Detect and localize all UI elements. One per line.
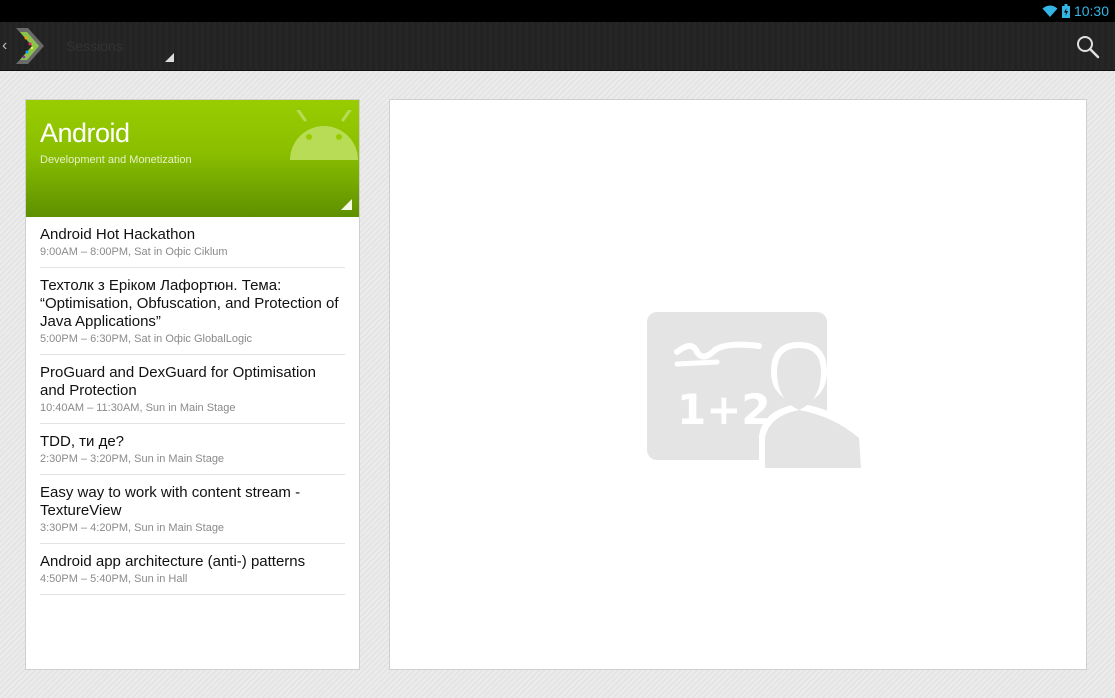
session-item[interactable]: Android app architecture (anti-) pattern… bbox=[40, 544, 345, 595]
session-meta: 5:00PM – 6:30PM, Sat in Офіс GlobalLogic bbox=[40, 333, 253, 345]
sessions-panel: Android Development and Monetization And… bbox=[25, 99, 360, 670]
track-subtitle: Development and Monetization bbox=[40, 154, 192, 166]
search-button[interactable] bbox=[1075, 34, 1101, 60]
status-bar: 10:30 bbox=[0, 0, 1115, 22]
up-caret-icon: ‹ bbox=[2, 37, 8, 54]
session-list: Android Hot Hackathon 9:00AM – 8:00PM, S… bbox=[26, 217, 359, 595]
session-title: TDD, ти де? bbox=[40, 433, 125, 450]
search-icon bbox=[1077, 36, 1100, 59]
session-title: Android app architecture (anti-) pattern… bbox=[40, 553, 306, 570]
wifi-icon bbox=[1042, 5, 1058, 18]
session-meta: 3:30PM – 4:20PM, Sun in Main Stage bbox=[40, 522, 225, 534]
session-item[interactable]: TDD, ти де? 2:30PM – 3:20PM, Sun in Main… bbox=[40, 424, 345, 475]
home-up-button[interactable]: ‹ bbox=[0, 26, 48, 66]
session-title: Android Hot Hackathon bbox=[40, 226, 196, 243]
session-item[interactable]: Android Hot Hackathon 9:00AM – 8:00PM, S… bbox=[40, 217, 345, 268]
clock: 10:30 bbox=[1073, 3, 1109, 19]
svg-text:1+2: 1+2 bbox=[677, 385, 771, 434]
teacher-board-icon: 1+2 bbox=[647, 312, 865, 468]
battery-icon bbox=[1061, 4, 1070, 18]
session-detail-panel: 1+2 bbox=[389, 99, 1087, 670]
android-robot-icon bbox=[290, 110, 358, 160]
session-item[interactable]: Easy way to work with content stream - T… bbox=[40, 475, 345, 544]
navigation-title: Sessions bbox=[66, 38, 123, 54]
session-title: Easy way to work with content stream - T… bbox=[40, 484, 301, 519]
session-meta: 2:30PM – 3:20PM, Sun in Main Stage bbox=[40, 453, 225, 465]
track-header[interactable]: Android Development and Monetization bbox=[26, 100, 359, 217]
session-meta: 10:40AM – 11:30AM, Sun in Main Stage bbox=[40, 402, 236, 414]
session-title: ProGuard and DexGuard for Optimisation a… bbox=[40, 364, 316, 399]
action-bar: ‹ Sessions bbox=[0, 22, 1115, 71]
track-title: Android bbox=[40, 118, 130, 148]
spinner-indicator-icon bbox=[165, 53, 174, 62]
session-meta: 9:00AM – 8:00PM, Sat in Офіс Ciklum bbox=[40, 246, 228, 258]
track-selector-indicator-icon bbox=[341, 199, 352, 210]
app-logo-icon bbox=[14, 26, 48, 66]
session-title: Техтолк з Еріком Лафортюн. Тема: “Optimi… bbox=[40, 277, 339, 330]
navigation-spinner[interactable]: Sessions bbox=[66, 26, 174, 66]
session-item[interactable]: Техтолк з Еріком Лафортюн. Тема: “Optimi… bbox=[40, 268, 345, 355]
session-meta: 4:50PM – 5:40PM, Sun in Hall bbox=[40, 573, 188, 585]
session-item[interactable]: ProGuard and DexGuard for Optimisation a… bbox=[40, 355, 345, 424]
